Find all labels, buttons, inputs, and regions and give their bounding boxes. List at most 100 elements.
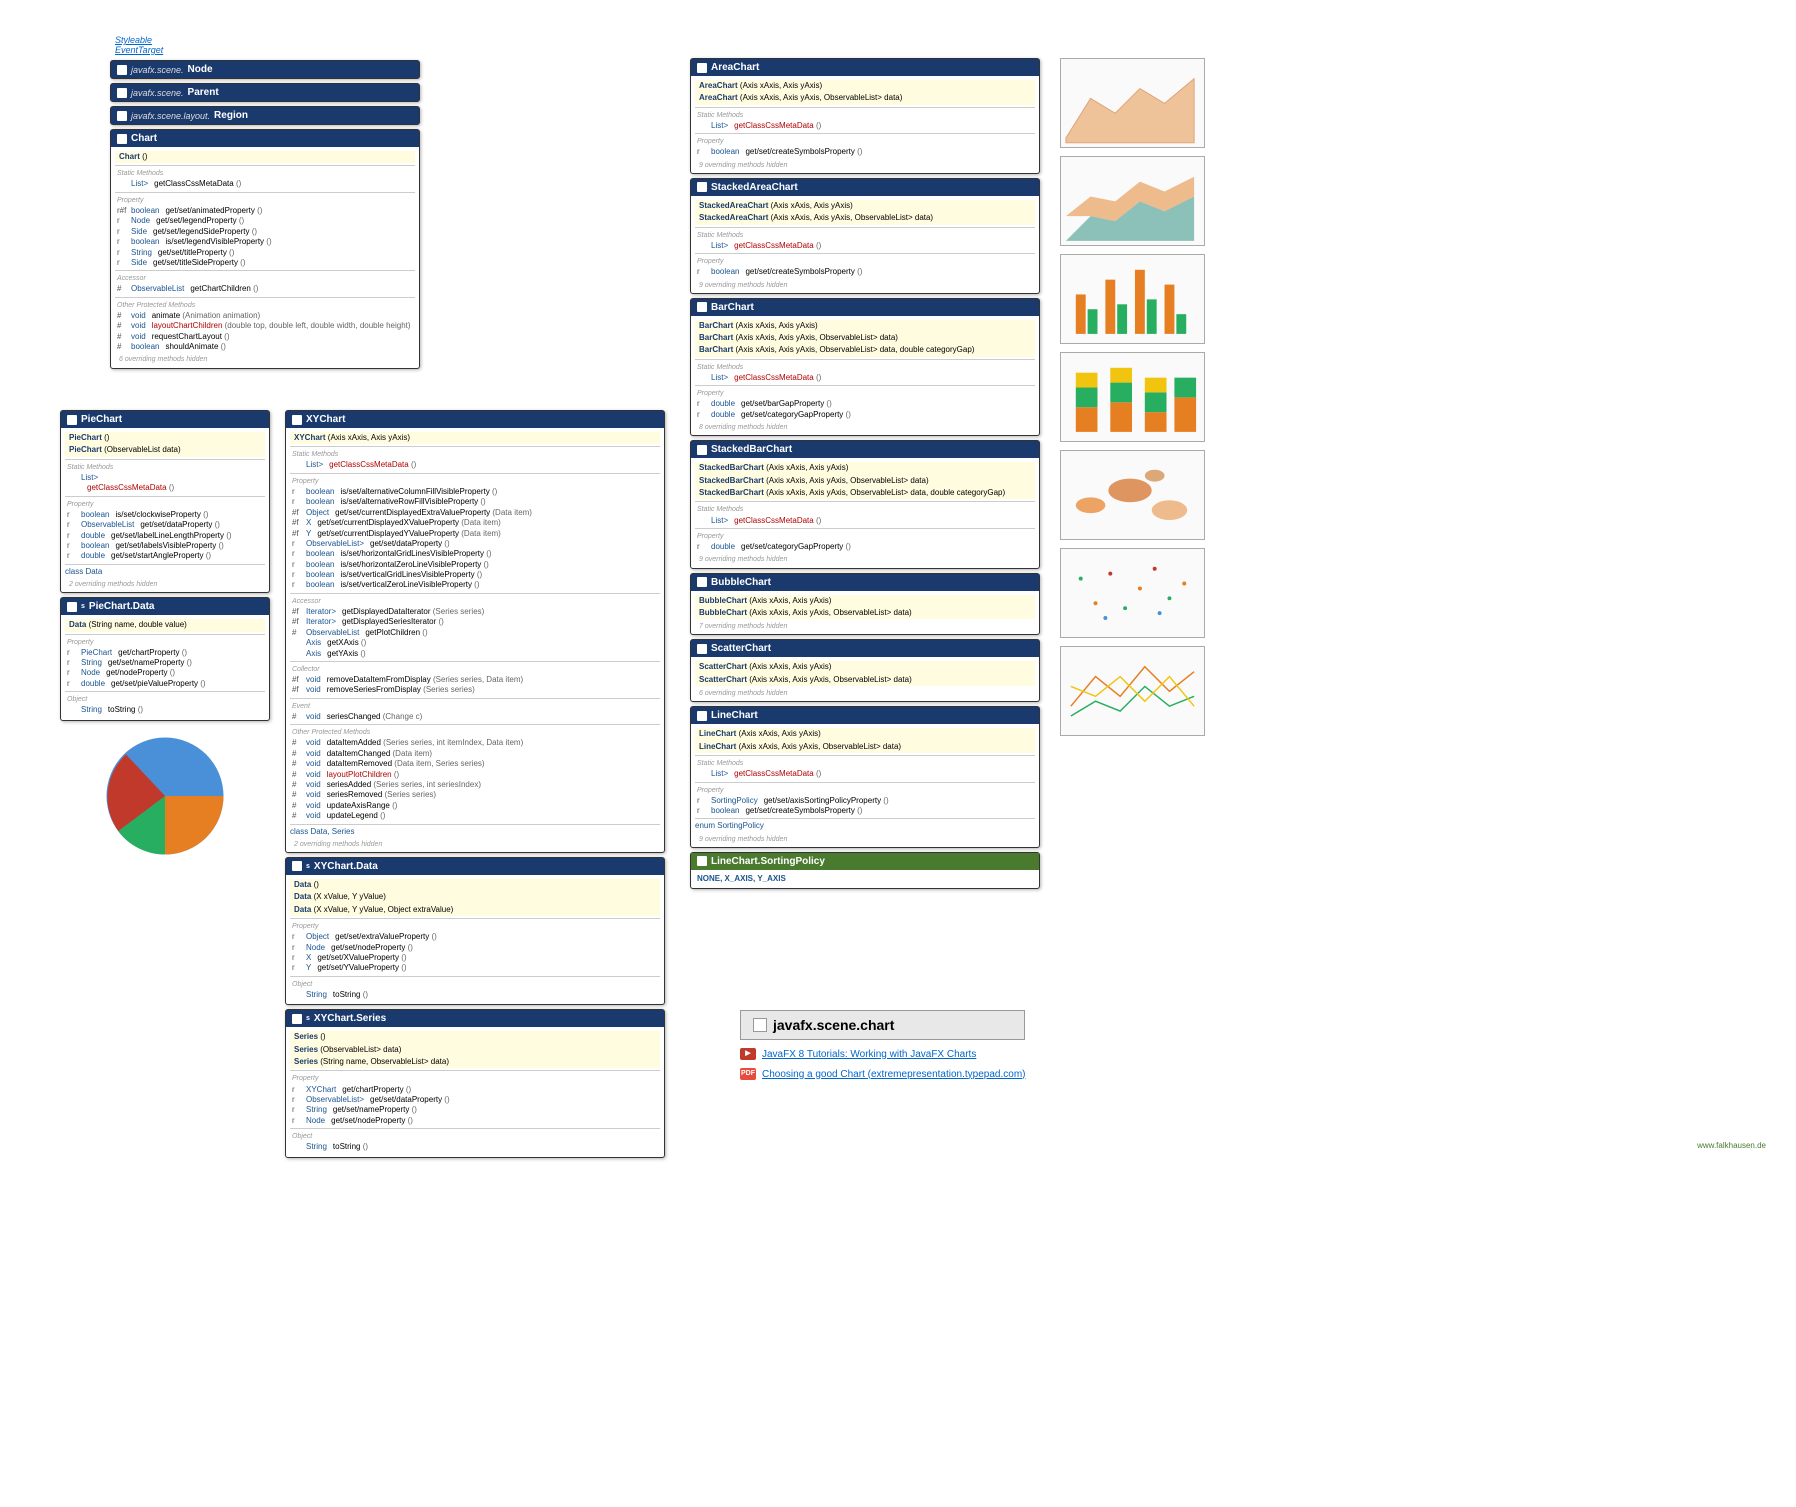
member-row: rObservableList>get/set/dataProperty () — [290, 1095, 660, 1105]
class-header: ScatterChart — [691, 640, 1039, 657]
member-row: StringtoString () — [290, 990, 660, 1000]
member-row: #voidupdateLegend () — [290, 811, 660, 821]
nested-class-link[interactable]: enum SortingPolicy — [695, 821, 764, 830]
member-row: rSideget/set/titleSideProperty () — [115, 258, 415, 268]
class-box-barchart: BarChart BarChart (Axis xAxis, Axis yAxi… — [690, 298, 1040, 437]
class-box-stackedbarchart: StackedBarChart StackedBarChart (Axis xA… — [690, 440, 1040, 568]
class-icon — [697, 63, 707, 73]
class-header: BarChart — [691, 299, 1039, 316]
nested-class-link[interactable]: class Data, Series — [290, 827, 354, 836]
class-icon — [697, 445, 707, 455]
member-row: List>getClassCssMetaData () — [695, 241, 1035, 251]
class-box-stackedareachart: StackedAreaChart StackedAreaChart (Axis … — [690, 178, 1040, 294]
stacked-bar-chart-thumbnail — [1060, 352, 1205, 442]
hierarchy-box: javafx.scene.Node — [110, 60, 420, 79]
class-header: PieChart — [61, 411, 269, 428]
constructor-row: Series (ObservableList> data) — [290, 1044, 660, 1056]
constructor-row: BarChart (Axis xAxis, Axis yAxis) — [695, 320, 1035, 332]
member-row: rSortingPolicyget/set/axisSortingPolicyP… — [695, 796, 1035, 806]
hierarchy-box: javafx.scene.layout.Region — [110, 106, 420, 125]
member-row: #fIterator>getDisplayedDataIterator (Ser… — [290, 607, 660, 617]
constructor-row: PieChart () — [65, 432, 265, 444]
class-icon — [117, 88, 127, 98]
member-row: rbooleanis/set/clockwiseProperty () — [65, 510, 265, 520]
class-header: javafx.scene.Parent — [111, 84, 419, 101]
constructor-row: BarChart (Axis xAxis, Axis yAxis, Observ… — [695, 344, 1035, 356]
constructor-row: AreaChart (Axis xAxis, Axis yAxis, Obser… — [695, 92, 1035, 104]
member-row: List>getClassCssMetaData () — [695, 121, 1035, 131]
member-row: #voidanimate (Animation animation) — [115, 311, 415, 321]
member-row: rNodeget/nodeProperty () — [65, 668, 265, 678]
member-row: #voiddataItemAdded (Series series, int i… — [290, 738, 660, 748]
constructor-row: AreaChart (Axis xAxis, Axis yAxis) — [695, 80, 1035, 92]
nested-class-link[interactable]: class Data — [65, 567, 102, 576]
member-row: rNodeget/set/legendProperty () — [115, 216, 415, 226]
member-row: rbooleanis/set/horizontalZeroLineVisible… — [290, 560, 660, 570]
class-header: StackedAreaChart — [691, 179, 1039, 196]
constructor-row: Series () — [290, 1031, 660, 1043]
constructor-row: ScatterChart (Axis xAxis, Axis yAxis, Ob… — [695, 674, 1035, 686]
class-box-linechart: LineChart LineChart (Axis xAxis, Axis yA… — [690, 706, 1040, 848]
member-row: rStringget/set/nameProperty () — [290, 1105, 660, 1115]
member-row: rbooleanis/set/alternativeColumnFillVisi… — [290, 487, 660, 497]
class-icon — [697, 302, 707, 312]
external-link[interactable]: JavaFX 8 Tutorials: Working with JavaFX … — [762, 1049, 976, 1060]
member-row: StringtoString () — [290, 1142, 660, 1152]
link-styleable[interactable]: Styleable — [115, 35, 163, 45]
member-row: rXYChartget/chartProperty () — [290, 1085, 660, 1095]
class-icon — [117, 65, 127, 75]
member-row: List> — [65, 473, 265, 483]
footer-link[interactable]: www.falkhausen.de — [1697, 1141, 1766, 1150]
class-header: BubbleChart — [691, 574, 1039, 591]
class-box-xychart-series: s XYChart.Series Series ()Series (Observ… — [285, 1009, 665, 1157]
member-row: getClassCssMetaData () — [65, 483, 265, 493]
external-link[interactable]: Choosing a good Chart (extremepresentati… — [762, 1069, 1025, 1080]
chart-thumbnails — [1060, 58, 1205, 744]
member-row: rYget/set/YValueProperty () — [290, 963, 660, 973]
member-row: rbooleanget/set/labelsVisibleProperty () — [65, 541, 265, 551]
area-chart-thumbnail — [1060, 58, 1205, 148]
constructor-row: StackedAreaChart (Axis xAxis, Axis yAxis… — [695, 212, 1035, 224]
constructor-row: XYChart (Axis xAxis, Axis yAxis) — [290, 432, 660, 444]
class-icon — [697, 577, 707, 587]
member-row: List>getClassCssMetaData () — [695, 769, 1035, 779]
class-header: s XYChart.Data — [286, 858, 664, 875]
constructor-row: StackedBarChart (Axis xAxis, Axis yAxis,… — [695, 475, 1035, 487]
member-row: rStringget/set/nameProperty () — [65, 658, 265, 668]
class-header: Chart — [111, 130, 419, 147]
stacked-area-chart-thumbnail — [1060, 156, 1205, 246]
member-row: rStringget/set/titleProperty () — [115, 248, 415, 258]
constructor-row: BarChart (Axis xAxis, Axis yAxis, Observ… — [695, 332, 1035, 344]
class-icon — [292, 415, 302, 425]
constructor-row: PieChart (ObservableList data) — [65, 444, 265, 456]
member-row: AxisgetXAxis () — [290, 638, 660, 648]
class-icon — [697, 644, 707, 654]
class-icon — [117, 111, 127, 121]
class-icon — [67, 415, 77, 425]
constructor-row: LineChart (Axis xAxis, Axis yAxis) — [695, 728, 1035, 740]
member-row: rObjectget/set/extraValueProperty () — [290, 932, 660, 942]
member-row: rXget/set/XValueProperty () — [290, 953, 660, 963]
class-header: javafx.scene.layout.Region — [111, 107, 419, 124]
member-row: #voidseriesChanged (Change c) — [290, 712, 660, 722]
member-row: #voidlayoutChartChildren (double top, do… — [115, 321, 415, 331]
member-row: #voidupdateAxisRange () — [290, 801, 660, 811]
class-header: XYChart — [286, 411, 664, 428]
constructor-row: Series (String name, ObservableList> dat… — [290, 1056, 660, 1068]
member-row: List>getClassCssMetaData () — [290, 460, 660, 470]
member-row: #voidseriesAdded (Series series, int ser… — [290, 780, 660, 790]
hierarchy-box: javafx.scene.Parent — [110, 83, 420, 102]
bar-chart-thumbnail — [1060, 254, 1205, 344]
member-row: #voidlayoutPlotChildren () — [290, 770, 660, 780]
class-box-linechart-sortingpolicy: LineChart.SortingPolicy NONE, X_AXIS, Y_… — [690, 852, 1040, 889]
member-row: r#fbooleanget/set/animatedProperty () — [115, 206, 415, 216]
link-eventtarget[interactable]: EventTarget — [115, 45, 163, 55]
class-icon — [697, 182, 707, 192]
external-link-row: PDFChoosing a good Chart (extremepresent… — [740, 1068, 1025, 1080]
member-row: rSideget/set/legendSideProperty () — [115, 227, 415, 237]
constructor-row: BubbleChart (Axis xAxis, Axis yAxis) — [695, 595, 1035, 607]
class-box-bubblechart: BubbleChart BubbleChart (Axis xAxis, Axi… — [690, 573, 1040, 636]
class-box-xychart-data: s XYChart.Data Data ()Data (X xValue, Y … — [285, 857, 665, 1005]
member-row: #voidseriesRemoved (Series series) — [290, 790, 660, 800]
member-row: rbooleanis/set/verticalGridLinesVisibleP… — [290, 570, 660, 580]
